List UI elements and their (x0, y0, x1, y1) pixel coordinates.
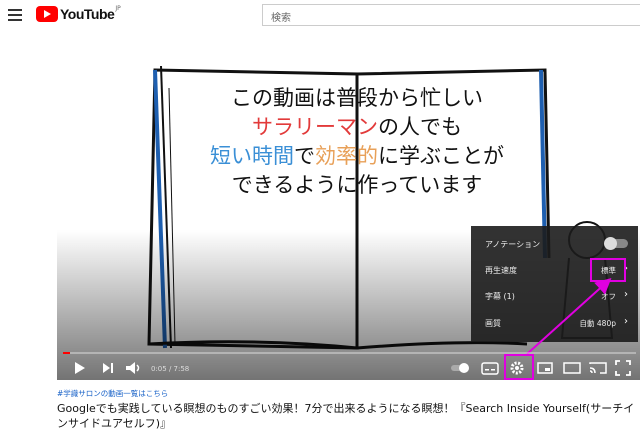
autoplay-toggle-icon[interactable] (450, 360, 472, 376)
top-bar: YouTube JP 検索 (0, 0, 640, 32)
progress-bar[interactable] (63, 352, 636, 354)
youtube-logo[interactable]: YouTube JP (36, 4, 121, 22)
time-display: 0:05 / 7:58 (151, 365, 190, 373)
miniplayer-icon[interactable] (537, 360, 553, 376)
search-placeholder: 検索 (271, 13, 291, 24)
region-label: JP (115, 4, 121, 12)
logo-text: YouTube (60, 6, 115, 22)
play-icon[interactable] (73, 360, 87, 376)
hamburger-menu-icon[interactable] (8, 9, 22, 21)
player-controls: 0:05 / 7:58 (57, 356, 640, 380)
search-input[interactable]: 検索 (262, 4, 640, 26)
theater-mode-icon[interactable] (563, 360, 581, 376)
video-title: Googleでも実践している瞑想のものすごい効果！7分で出来るようになる瞑想！『… (57, 402, 635, 430)
annotation-arrow (526, 277, 612, 355)
subtitles-icon[interactable] (481, 360, 499, 376)
youtube-play-icon (36, 6, 58, 22)
video-player[interactable]: この動画は普段から忙しい サラリーマンの人でも 短い時間で効率的に学ぶことが できるよ… (57, 48, 640, 380)
next-icon[interactable] (101, 360, 115, 376)
fullscreen-icon[interactable] (615, 360, 631, 376)
video-info: #学識サロンの動画一覧はこちら Googleでも実践している瞑想のものすごい効果… (57, 388, 640, 431)
settings-button-highlight (504, 354, 534, 380)
hashtag-link[interactable]: #学識サロンの動画一覧はこちら (57, 388, 640, 399)
volume-icon[interactable] (125, 360, 143, 376)
progress-fill (63, 352, 71, 354)
cast-icon[interactable] (589, 360, 607, 376)
